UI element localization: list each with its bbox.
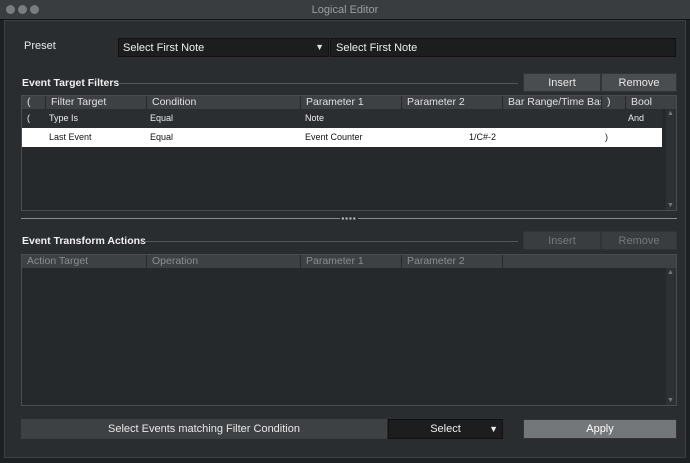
scroll-up-icon[interactable]: ▲ <box>667 110 674 117</box>
actions-table: Action Target Operation Parameter 1 Para… <box>21 254 677 406</box>
column-header-action-target[interactable]: Action Target <box>22 255 146 268</box>
filter-row-condition: Equal <box>150 132 174 142</box>
column-header-filter-target[interactable]: Filter Target <box>45 96 146 109</box>
column-header-close-paren[interactable]: ) <box>601 96 625 109</box>
actions-section-title: Event Transform Actions <box>22 235 146 247</box>
filter-row-open-paren: ( <box>27 113 30 123</box>
preset-label: Preset <box>24 40 56 52</box>
preset-dropdown[interactable]: Select First Note ▼ <box>118 38 329 57</box>
actions-table-header: Action Target Operation Parameter 1 Para… <box>22 255 676 268</box>
filter-row-target: Last Event <box>49 132 92 142</box>
column-header-empty <box>502 255 676 268</box>
filters-section-title: Event Target Filters <box>22 77 120 89</box>
function-label: Select Events matching Filter Condition <box>21 419 387 439</box>
filter-row-param1: Note <box>305 113 325 123</box>
column-header-parameter-1[interactable]: Parameter 1 <box>300 255 401 268</box>
filters-table: ( Filter Target Condition Parameter 1 Pa… <box>21 95 677 211</box>
column-header-open-paren[interactable]: ( <box>22 96 45 109</box>
filters-section-divider <box>118 83 518 84</box>
scroll-up-icon[interactable]: ▲ <box>667 269 674 276</box>
actions-remove-button[interactable]: Remove <box>601 231 677 250</box>
filter-row-param1: Event Counter <box>305 132 363 142</box>
filter-row-bool: And <box>628 113 645 123</box>
apply-button[interactable]: Apply <box>523 419 677 439</box>
column-header-bar-range[interactable]: Bar Range/Time Base <box>502 96 601 109</box>
column-header-parameter-2[interactable]: Parameter 2 <box>401 255 502 268</box>
preset-name-field[interactable]: Select First Note <box>330 38 676 57</box>
column-header-bool[interactable]: Bool <box>625 96 662 109</box>
function-mode-dropdown[interactable]: Select ▼ <box>388 419 503 439</box>
splitter-grip-icon[interactable]: ▪▪▪▪ <box>340 215 358 223</box>
chevron-down-icon: ▼ <box>489 424 498 434</box>
scroll-down-icon[interactable]: ▼ <box>667 397 674 404</box>
filter-row-target: Type Is <box>49 113 79 123</box>
preset-dropdown-value: Select First Note <box>123 42 205 54</box>
scroll-down-icon[interactable]: ▼ <box>667 202 674 209</box>
actions-insert-button[interactable]: Insert <box>523 231 601 250</box>
column-header-parameter-1[interactable]: Parameter 1 <box>300 96 401 109</box>
filters-table-header: ( Filter Target Condition Parameter 1 Pa… <box>22 96 676 109</box>
function-mode-value: Select <box>430 423 461 435</box>
filters-scrollbar[interactable]: ▲ ▼ <box>666 109 676 210</box>
filter-row-condition: Equal <box>150 113 174 123</box>
actions-section-divider <box>144 241 518 242</box>
filters-insert-button[interactable]: Insert <box>523 73 601 92</box>
filter-row-close-paren: ) <box>605 132 608 142</box>
filter-row[interactable]: ( Type Is Equal Note And <box>22 109 662 128</box>
window-titlebar: Logical Editor <box>0 0 690 20</box>
filter-row-param2: 1/C#-2 <box>469 132 497 142</box>
window-title: Logical Editor <box>311 4 379 16</box>
actions-scrollbar[interactable]: ▲ ▼ <box>666 268 676 405</box>
column-header-operation[interactable]: Operation <box>146 255 300 268</box>
filter-row[interactable]: Last Event Equal Event Counter 1/C#-2 ) <box>22 128 662 147</box>
chevron-down-icon: ▼ <box>315 42 324 52</box>
filters-remove-button[interactable]: Remove <box>601 73 677 92</box>
column-header-parameter-2[interactable]: Parameter 2 <box>401 96 502 109</box>
column-header-condition[interactable]: Condition <box>146 96 300 109</box>
